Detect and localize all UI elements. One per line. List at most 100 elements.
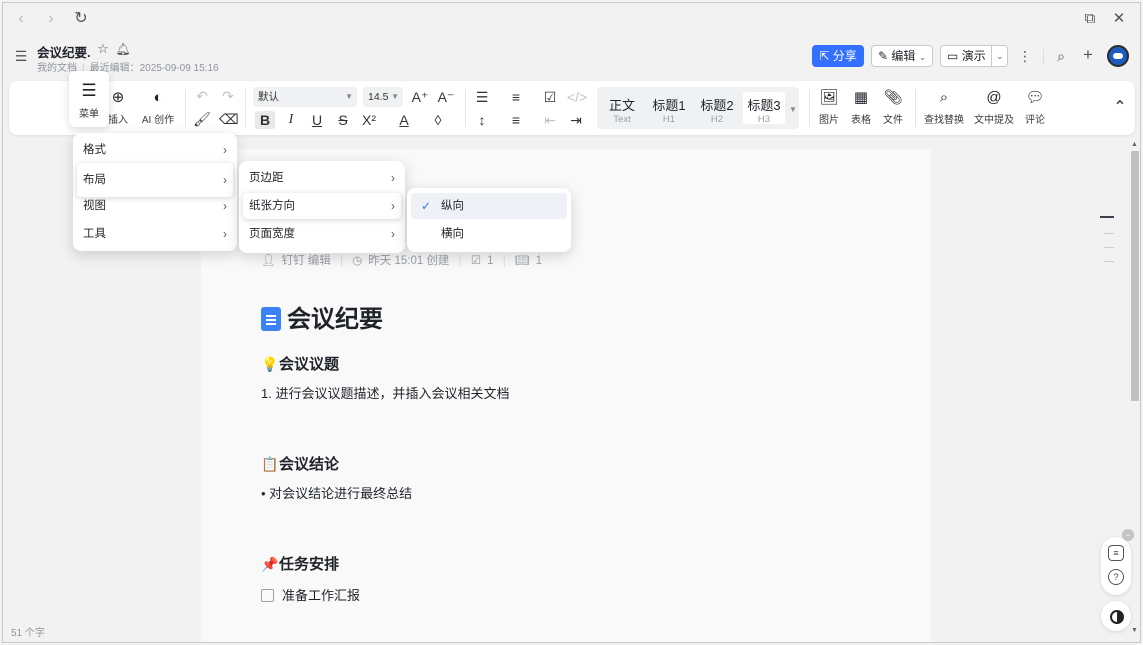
share-icon: ⇱ — [819, 49, 833, 63]
add-icon[interactable]: + — [1080, 46, 1096, 64]
task-icon: ☑ — [470, 255, 482, 267]
scrollbar[interactable]: ▲ ▼ — [1130, 141, 1140, 641]
star-icon[interactable]: ☆ — [95, 40, 111, 58]
edit-button[interactable]: ✎ 编辑 ⌄ — [871, 45, 933, 67]
menu-item-margins[interactable]: 页边距 › — [243, 165, 401, 191]
style-h2[interactable]: 标题2 H2 — [697, 95, 737, 125]
indent-icon[interactable]: ⇥ — [567, 111, 585, 129]
menu-item-orientation[interactable]: 纸张方向 › — [243, 193, 401, 219]
numbered-list-icon[interactable]: ≡ — [507, 88, 525, 106]
help-icon[interactable]: ? — [1108, 569, 1124, 585]
pin-icon: 📌 — [261, 556, 279, 572]
help-panel: ≡ ? — [1101, 537, 1131, 595]
eraser-icon[interactable]: ⌫ — [219, 110, 239, 128]
feedback-icon[interactable]: ≡ — [1108, 545, 1124, 561]
menu-item-landscape[interactable]: 横向 — [411, 221, 567, 247]
underline-icon[interactable]: U — [308, 111, 326, 129]
line-height-icon[interactable]: ↕ — [473, 111, 491, 129]
clock-icon: ◷ — [352, 255, 363, 267]
chevron-down-icon: ▼ — [391, 92, 399, 101]
font-family-select[interactable]: 默认 ▼ — [253, 87, 357, 107]
search-icon[interactable]: ⌕ — [1053, 47, 1069, 65]
find-replace-button[interactable]: ⌕ 查找替换 — [921, 89, 967, 126]
decrease-font-icon[interactable]: A⁻ — [437, 88, 455, 106]
checklist-icon[interactable]: ☑ — [541, 88, 559, 106]
superscript-icon[interactable]: X² — [360, 111, 378, 129]
chevron-right-icon: › — [391, 227, 395, 241]
toc-marker[interactable] — [1104, 233, 1114, 234]
present-button[interactable]: ▭ 演示 ⌄ — [940, 45, 1008, 67]
style-text[interactable]: 正文 Text — [603, 95, 641, 125]
pencil-icon: ✎ — [878, 49, 889, 63]
list-item[interactable]: • 对会议结论进行最终总结 — [261, 483, 412, 502]
redo-icon[interactable]: ↷ — [219, 87, 237, 105]
ai-icon: ◐ — [153, 89, 163, 106]
toc-marker[interactable] — [1100, 216, 1114, 218]
ai-create-button[interactable]: ◐ AI 创作 — [139, 89, 177, 126]
chevron-right-icon: › — [391, 171, 395, 185]
code-icon[interactable]: </> — [567, 88, 587, 106]
menu-item-portrait[interactable]: ✓ 纵向 — [411, 193, 567, 219]
doc-heading[interactable]: 会议纪要 — [261, 299, 383, 334]
bullet-list-icon[interactable]: ☰ — [473, 88, 491, 106]
collapse-toolbar-icon[interactable]: ⌃ — [1111, 99, 1129, 117]
menu-item-tools[interactable]: 工具 › — [77, 221, 233, 247]
image-icon: 🖼︎ — [819, 89, 839, 106]
share-button[interactable]: ⇱ 分享 — [812, 45, 864, 67]
chevron-down-icon[interactable]: ⌄ — [996, 46, 1004, 66]
undo-icon[interactable]: ↶ — [193, 87, 211, 105]
refresh-icon[interactable]: ↻ — [71, 9, 91, 29]
theme-toggle-icon[interactable] — [1101, 601, 1131, 631]
close-icon[interactable]: ✕ — [1109, 9, 1129, 29]
italic-icon[interactable]: I — [282, 111, 300, 129]
toc-marker[interactable] — [1104, 261, 1114, 262]
font-color-icon[interactable]: A — [395, 111, 413, 129]
toc-marker[interactable] — [1104, 247, 1114, 248]
align-icon[interactable]: ≡ — [507, 111, 525, 129]
task-checkbox[interactable] — [261, 589, 274, 602]
font-size-select[interactable]: 14.5 ▼ — [363, 87, 403, 107]
menu-button[interactable]: ☰ 菜单 — [69, 71, 109, 127]
author-icon: 👤︎ — [261, 255, 276, 267]
menu-item-layout[interactable]: 布局 › — [77, 163, 233, 197]
hamburger-icon: ☰ — [81, 81, 97, 100]
back-icon[interactable]: ‹ — [11, 9, 31, 29]
style-h1[interactable]: 标题1 H1 — [649, 95, 689, 125]
strikethrough-icon[interactable]: S — [334, 111, 352, 129]
task-item[interactable]: 准备工作汇报 — [261, 585, 360, 604]
menu-item-format[interactable]: 格式 › — [77, 137, 233, 163]
forward-icon[interactable]: › — [41, 9, 61, 29]
section-topics-title[interactable]: 💡会议议题 — [261, 353, 339, 374]
titlebar: ‹ › ↻ ⧉ ✕ — [3, 3, 1140, 33]
avatar[interactable] — [1107, 45, 1129, 67]
format-painter-icon[interactable]: 🖌︎ — [193, 110, 211, 128]
file-button[interactable]: 📎︎ 文件 — [881, 89, 905, 126]
chevron-right-icon: › — [223, 199, 227, 213]
document-icon — [261, 307, 281, 331]
chevron-down-icon: ⌄ — [918, 52, 927, 62]
image-button[interactable]: 🖼︎ 图片 — [817, 89, 841, 126]
style-h3[interactable]: 标题3 H3 — [743, 92, 785, 125]
increase-font-icon[interactable]: A⁺ — [411, 88, 429, 106]
outdent-icon[interactable]: ⇤ — [541, 111, 559, 129]
menu-item-page-width[interactable]: 页面宽度 › — [243, 221, 401, 247]
bell-icon[interactable]: 🔔︎ — [115, 40, 131, 58]
highlight-icon[interactable]: ◊ — [429, 111, 447, 129]
mention-button[interactable]: @ 文中提及 — [971, 89, 1017, 126]
restore-window-icon[interactable]: ⧉ — [1080, 9, 1100, 29]
chevron-right-icon: › — [223, 143, 227, 157]
close-icon[interactable]: − — [1122, 529, 1134, 541]
scroll-thumb[interactable] — [1131, 151, 1139, 401]
more-icon[interactable]: ⋮ — [1017, 47, 1033, 65]
table-button[interactable]: ▦ 表格 — [849, 89, 873, 126]
bold-icon[interactable]: B — [256, 111, 274, 129]
list-item[interactable]: 1. 进行会议议题描述，并插入会议相关文档 — [261, 383, 509, 402]
layout-submenu: 页边距 › 纸张方向 › 页面宽度 › — [239, 161, 405, 253]
expand-sidebar-icon[interactable]: ☰ — [13, 47, 29, 65]
section-tasks-title[interactable]: 📌任务安排 — [261, 553, 339, 574]
menu-item-view[interactable]: 视图 › — [77, 193, 233, 219]
comment-button[interactable]: 💬︎ 评论 — [1023, 89, 1047, 126]
section-conclusion-title[interactable]: 📋会议结论 — [261, 453, 339, 474]
chevron-down-icon[interactable]: ▼ — [789, 105, 797, 114]
lightbulb-icon: 💡 — [261, 356, 279, 372]
